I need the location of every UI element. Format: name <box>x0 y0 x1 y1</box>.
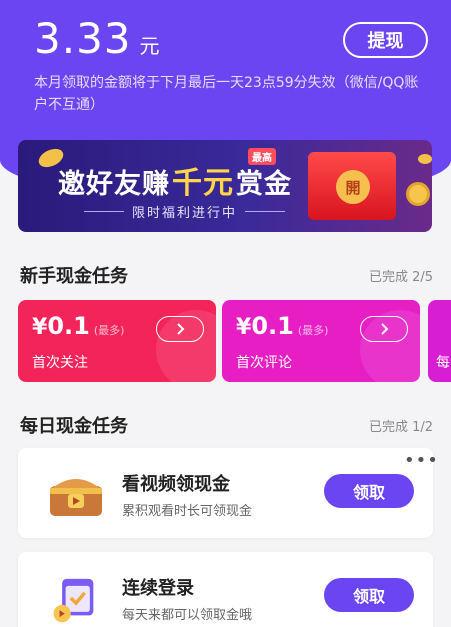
newbie-progress: 已完成 2/5 <box>368 269 433 285</box>
banner-subtitle-text: 限时福利进行中 <box>132 206 238 221</box>
task-reward: ¥ 0.1 (最多) <box>32 312 124 340</box>
reward-max-label: (最多) <box>93 324 125 337</box>
task-title: 看视频领现金 <box>122 474 230 495</box>
reward-value: 0.1 <box>47 312 90 340</box>
daily-section-title: 每日现金任务 <box>20 416 128 437</box>
coin-icon <box>418 154 432 164</box>
newbie-task-list: ¥ 0.1 (最多) 首次关注 ¥ 0.1 (最多) 首次评论 每 <box>18 300 451 382</box>
go-button[interactable] <box>156 316 204 342</box>
banner-title-highlight: 千元 <box>172 166 234 201</box>
go-button[interactable] <box>360 316 408 342</box>
banner-title-pre: 邀好友赚 <box>58 169 170 200</box>
balance-amount: 3.33 <box>34 14 132 63</box>
task-title: 连续登录 <box>122 578 194 599</box>
daily-task-card: ••• 看视频领现金 累积观看时长可领现金 领取 <box>18 448 438 538</box>
chevron-right-icon <box>381 323 389 335</box>
divider <box>84 211 124 212</box>
balance-unit: 元 <box>139 34 160 58</box>
newbie-task-card[interactable]: ¥ 0.1 (最多) 首次关注 <box>18 300 216 382</box>
expiry-notice: 本月领取的金额将于下月最后一天23点59分失效（微信/QQ账户不互通） <box>34 75 419 113</box>
task-label: 每 <box>436 355 450 371</box>
task-label: 首次关注 <box>32 355 88 371</box>
newbie-section-header: 新手现金任务 已完成 2/5 <box>20 262 433 288</box>
calendar-check-icon <box>53 578 94 623</box>
reward-value: 0.1 <box>251 312 294 340</box>
red-envelope-icon: 開 <box>308 152 396 220</box>
currency-symbol: ¥ <box>236 315 252 340</box>
reward-max-label: (最多) <box>297 324 329 337</box>
daily-progress: 已完成 1/2 <box>368 419 433 435</box>
invite-banner[interactable]: 邀好友赚 千元 赏金 最高 限时福利进行中 開 <box>18 140 432 232</box>
task-description: 每天来都可以领取金哦 <box>122 608 253 623</box>
divider <box>245 211 286 212</box>
daily-section-header: 每日现金任务 已完成 1/2 <box>20 412 433 438</box>
newbie-task-card[interactable]: ¥ 0.1 (最多) 首次评论 <box>222 300 420 382</box>
claim-button[interactable]: 领取 <box>324 578 414 612</box>
newbie-task-card[interactable]: 每 <box>428 300 451 382</box>
chevron-right-icon <box>177 323 185 335</box>
newbie-section-title: 新手现金任务 <box>20 266 128 287</box>
task-reward: ¥ 0.1 (最多) <box>236 312 328 340</box>
balance: 3.33 元 <box>34 14 160 63</box>
daily-task-card: 连续登录 每天来都可以领取金哦 领取 <box>18 552 433 627</box>
treasure-chest-icon <box>50 479 102 516</box>
currency-symbol: ¥ <box>32 315 48 340</box>
task-description: 累积观看时长可领现金 <box>122 504 253 519</box>
envelope-seal: 開 <box>336 170 370 204</box>
coin-icon <box>406 182 430 206</box>
more-options-icon[interactable]: ••• <box>404 450 439 471</box>
banner-subtitle: 限时福利进行中 <box>76 202 293 221</box>
banner-title-post: 赏金 <box>236 169 292 200</box>
task-label: 首次评论 <box>236 355 292 371</box>
claim-button[interactable]: 领取 <box>324 474 414 508</box>
banner-tag: 最高 <box>248 148 276 165</box>
withdraw-button[interactable]: 提现 <box>343 22 428 58</box>
